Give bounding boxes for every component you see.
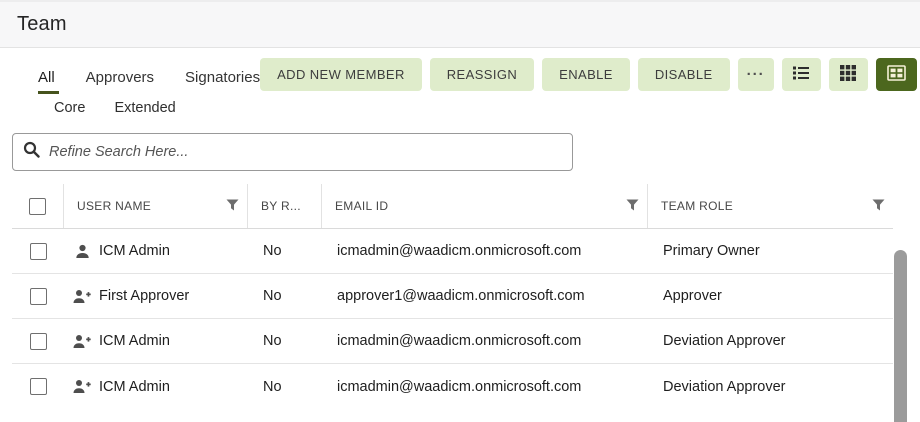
column-label: EMAIL ID (335, 199, 388, 213)
email-cell: icmadmin@waadicm.onmicrosoft.com (322, 379, 648, 395)
filter-icon[interactable] (226, 199, 239, 214)
row-checkbox[interactable] (30, 333, 47, 350)
email-cell: icmadmin@waadicm.onmicrosoft.com (322, 333, 648, 349)
action-buttons: ADD NEW MEMBER REASSIGN ENABLE DISABLE ·… (260, 58, 916, 91)
row-checkbox[interactable] (30, 243, 47, 260)
table-view-button[interactable] (876, 58, 917, 91)
person-add-icon (72, 289, 92, 304)
disable-button[interactable]: DISABLE (638, 58, 730, 91)
email-cell: approver1@waadicm.onmicrosoft.com (322, 288, 648, 304)
enable-button[interactable]: ENABLE (542, 58, 630, 91)
search-box (12, 133, 573, 171)
column-header-user-name[interactable]: USER NAME (64, 184, 248, 228)
by-role-cell: No (248, 379, 322, 395)
table-view-icon (887, 65, 906, 84)
column-label: USER NAME (77, 199, 151, 213)
team-page: Team All Approvers Signatories ADD NEW M… (0, 0, 920, 422)
person-add-icon (72, 379, 92, 394)
grid-view-button[interactable] (829, 58, 868, 91)
by-role-cell: No (248, 243, 322, 259)
team-role-cell: Deviation Approver (648, 379, 893, 395)
page-title: Team (17, 13, 67, 36)
filter-icon[interactable] (872, 199, 885, 214)
reassign-button[interactable]: REASSIGN (430, 58, 534, 91)
person-add-icon (72, 334, 92, 349)
table-row[interactable]: ICM Admin No icmadmin@waadicm.onmicrosof… (12, 319, 893, 364)
grid-view-icon (840, 65, 856, 84)
subtab-core[interactable]: Core (54, 96, 85, 126)
team-table: USER NAME BY R... EMAIL ID TEAM ROLE (12, 184, 893, 409)
tab-bar: All Approvers Signatories (38, 58, 260, 94)
list-view-icon (792, 65, 810, 84)
column-label: BY R... (261, 199, 301, 213)
email-cell: icmadmin@waadicm.onmicrosoft.com (322, 243, 648, 259)
person-icon (72, 244, 92, 259)
subtab-bar: Core Extended (0, 94, 920, 126)
row-checkbox[interactable] (30, 288, 47, 305)
tab-signatories[interactable]: Signatories (185, 69, 260, 94)
team-role-cell: Primary Owner (648, 243, 893, 259)
search-icon (23, 141, 49, 163)
filter-icon[interactable] (626, 199, 639, 214)
subtab-extended[interactable]: Extended (114, 96, 175, 126)
table-row[interactable]: ICM Admin No icmadmin@waadicm.onmicrosof… (12, 364, 893, 409)
search-input[interactable] (49, 144, 562, 160)
user-name-cell: ICM Admin (99, 379, 170, 395)
column-header-team-role[interactable]: TEAM ROLE (648, 184, 893, 228)
more-options-button[interactable]: ··· (738, 58, 774, 91)
tab-all[interactable]: All (38, 69, 55, 94)
table-row[interactable]: ICM Admin No icmadmin@waadicm.onmicrosof… (12, 229, 893, 274)
list-view-button[interactable] (782, 58, 821, 91)
table-row[interactable]: First Approver No approver1@waadicm.onmi… (12, 274, 893, 319)
by-role-cell: No (248, 288, 322, 304)
user-name-cell: ICM Admin (99, 243, 170, 259)
user-name-cell: ICM Admin (99, 333, 170, 349)
select-all-checkbox[interactable] (29, 198, 46, 215)
vertical-scrollbar[interactable] (894, 250, 907, 422)
column-header-by-role[interactable]: BY R... (248, 184, 322, 228)
ellipsis-icon: ··· (747, 66, 765, 83)
row-checkbox[interactable] (30, 378, 47, 395)
toolbar-row: All Approvers Signatories ADD NEW MEMBER… (0, 48, 920, 94)
column-label: TEAM ROLE (661, 199, 733, 213)
user-name-cell: First Approver (99, 288, 189, 304)
add-new-member-button[interactable]: ADD NEW MEMBER (260, 58, 422, 91)
by-role-cell: No (248, 333, 322, 349)
column-header-email-id[interactable]: EMAIL ID (322, 184, 648, 228)
team-role-cell: Approver (648, 288, 893, 304)
team-role-cell: Deviation Approver (648, 333, 893, 349)
table-header: USER NAME BY R... EMAIL ID TEAM ROLE (12, 184, 893, 229)
title-bar: Team (0, 0, 920, 48)
tab-approvers[interactable]: Approvers (86, 69, 154, 94)
